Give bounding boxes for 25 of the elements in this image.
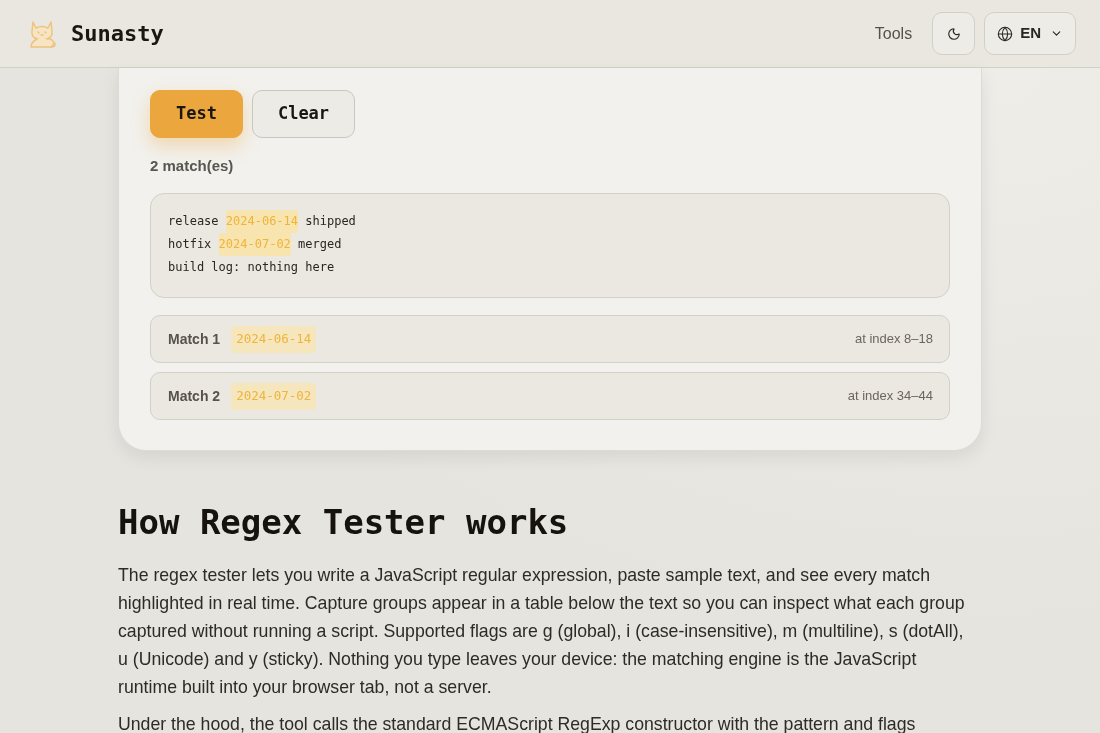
- match-position: at index 34–44: [847, 387, 933, 406]
- sample-text: hotfix: [168, 236, 213, 253]
- clear-button[interactable]: Clear: [252, 90, 355, 138]
- nav-link[interactable]: Tools: [874, 21, 913, 46]
- body-paragraph: The regex tester lets you write a JavaScript regular expression, paste sample text, and see every match highlighted in real time. Capture groups appear in a table below the text so you can inspect what each group captured without running a script. Supported flags are g (global), i (case-insensitive), m (multiline), s (dotAll), u (Unicode) and y (sticky). Nothing you type leaves your device: the matching engine is the JavaScript runtime built into your browser tab, not a server.: [118, 564, 966, 699]
- theme-toggle-button[interactable]: [932, 12, 976, 55]
- sample-text: release: [168, 213, 220, 230]
- match-count: 2 match(es): [150, 156, 234, 176]
- moon-icon: [946, 26, 961, 41]
- globe-icon: [997, 25, 1014, 42]
- body-paragraph: Under the hood, the tool calls the standard ECMAScript RegExp constructor with the pattern and flags: [118, 713, 917, 733]
- sample-text: merged: [297, 236, 342, 253]
- match-value: 2024-06-14: [231, 325, 317, 353]
- section-heading: How Regex Tester works: [118, 503, 569, 541]
- brand-name: Sunasty: [71, 20, 164, 48]
- match-value: 2024-07-02: [231, 382, 317, 410]
- sample-text: build log: nothing here: [168, 259, 335, 276]
- test-button[interactable]: Test: [150, 90, 243, 138]
- match-position: at index 8–18: [854, 330, 933, 349]
- sample-text: shipped: [304, 213, 356, 230]
- match-highlight: 2024-07-02: [218, 233, 291, 256]
- language-button[interactable]: EN: [984, 12, 1076, 55]
- match-label: Match 2: [168, 386, 221, 406]
- match-highlight: 2024-06-14: [225, 210, 299, 233]
- match-label: Match 1: [168, 329, 221, 349]
